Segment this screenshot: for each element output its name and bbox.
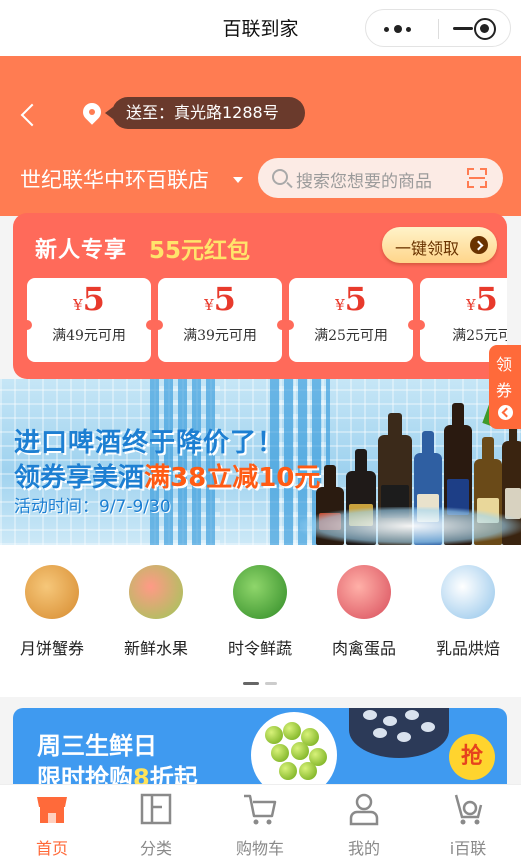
title-bar: 百联到家	[0, 0, 521, 56]
tab-label: 分类	[139, 839, 172, 856]
coupon-ticket[interactable]: ¥5 满39元可用	[153, 278, 287, 362]
mooncake-icon	[25, 565, 79, 619]
promo-subtitle-suffix: 折起	[149, 764, 198, 784]
category-item[interactable]: 肉禽蛋品	[312, 565, 416, 659]
bottom-tab-bar: 首页 分类 购物车 我的 i百联	[0, 784, 521, 856]
promo-title: 周三生鲜日	[37, 732, 157, 760]
category-item[interactable]: 时令鲜蔬	[208, 565, 312, 659]
coupon-total-amount: 55元红包	[149, 238, 251, 264]
coupon-value: 5	[82, 280, 105, 318]
grab-deal-button[interactable]: 抢	[449, 734, 495, 780]
category-label: 乳品烘焙	[435, 639, 500, 658]
pager-dot	[265, 682, 277, 685]
search-placeholder: 搜索您想要的商品	[296, 172, 432, 192]
coupon-value: 5	[475, 280, 498, 318]
app-page: 百联到家 送至：真光路1288号 世纪联华中环百联店 搜索您想要的商品 新人专享…	[0, 0, 521, 856]
ibailian-icon	[450, 791, 486, 827]
coupon-currency: ¥	[335, 296, 345, 314]
side-tab-text: 券	[496, 381, 513, 400]
close-miniprogram-icon[interactable]	[474, 18, 496, 40]
water-splash	[300, 507, 521, 545]
dairy-icon	[441, 565, 495, 619]
meat-icon	[337, 565, 391, 619]
home-store-icon	[34, 791, 70, 827]
promo-subtitle: 限时抢购8折起	[37, 758, 198, 784]
more-options-icon[interactable]	[384, 25, 420, 33]
coupon-condition: 满25元可	[452, 328, 507, 344]
tab-label: i百联	[449, 839, 487, 856]
menu-capsule	[365, 9, 511, 47]
banner-offer: 领券享美酒满38立减10元	[14, 457, 320, 494]
banner-offer-highlight: 满38立减10元	[144, 463, 321, 493]
promo-discount: 8	[133, 764, 150, 784]
coupon-currency: ¥	[204, 296, 214, 314]
coupon-value: 5	[344, 280, 367, 318]
banner-offer-prefix: 领券享美酒	[14, 463, 145, 493]
back-arrow-icon[interactable]	[18, 102, 38, 130]
coupon-currency: ¥	[73, 296, 83, 314]
profile-icon	[346, 791, 382, 827]
capsule-divider	[438, 19, 439, 39]
search-icon	[272, 169, 288, 185]
category-icon	[138, 791, 174, 827]
coupon-value: 5	[213, 280, 236, 318]
category-label: 时令鲜蔬	[227, 639, 292, 658]
pager-dot-active	[243, 682, 259, 685]
tab-home[interactable]: 首页	[0, 791, 104, 856]
arrow-right-icon	[470, 236, 488, 254]
coupon-ticket[interactable]: ¥5 满25元可用	[284, 278, 418, 362]
coupon-condition: 满39元可用	[183, 328, 257, 344]
get-coupon-side-tab[interactable]: 领 券	[489, 345, 521, 429]
coupon-ticket[interactable]: ¥5 满49元可用	[22, 278, 156, 362]
coupon-condition: 满25元可用	[314, 328, 388, 344]
fresh-day-banner[interactable]: 周三生鲜日 限时抢购8折起 抢	[13, 708, 507, 784]
store-selector[interactable]: 世纪联华中环百联店	[20, 164, 209, 194]
banner-headline: 进口啤酒终于降价了！	[14, 428, 285, 458]
banner-dates: 活动时间：9/7-9/30	[14, 497, 171, 517]
category-item[interactable]: 新鲜水果	[104, 565, 208, 659]
tab-category[interactable]: 分类	[104, 791, 208, 856]
category-row: 月饼蟹券 新鲜水果 时令鲜蔬 肉禽蛋品 乳品烘焙	[0, 545, 521, 697]
coupon-condition: 满49元可用	[52, 328, 126, 344]
tab-label: 首页	[35, 839, 68, 856]
category-label: 新鲜水果	[123, 639, 188, 658]
delivery-address[interactable]: 送至：真光路1288号	[105, 97, 305, 129]
beer-promo-banner[interactable]: 进口啤酒终于降价了！ 领券享美酒满38立减10元 活动时间：9/7-9/30	[0, 379, 521, 545]
tab-label: 我的	[347, 839, 380, 856]
category-item[interactable]: 乳品烘焙	[416, 565, 520, 659]
grapes-image	[251, 712, 337, 784]
tab-label: 购物车	[235, 839, 284, 856]
vegetable-icon	[233, 565, 287, 619]
fruit-icon	[129, 565, 183, 619]
location-pin-icon	[82, 102, 104, 130]
search-bar[interactable]: 搜索您想要的商品	[258, 158, 503, 198]
caret-down-icon[interactable]	[233, 177, 243, 183]
claim-all-label: 一键领取	[395, 239, 460, 258]
scan-icon[interactable]	[467, 168, 487, 188]
tab-ibailian[interactable]: i百联	[416, 791, 520, 856]
tab-profile[interactable]: 我的	[312, 791, 416, 856]
cart-icon	[242, 791, 278, 827]
chevron-left-icon	[498, 405, 513, 420]
side-tab-text: 领	[496, 355, 513, 374]
new-user-coupon-card: 新人专享 55元红包 一键领取 ¥5 满49元可用 ¥5 满39元可用 ¥5 满…	[13, 213, 507, 379]
claim-all-button[interactable]: 一键领取	[382, 227, 497, 263]
coupon-currency: ¥	[466, 296, 476, 314]
category-label: 肉禽蛋品	[331, 639, 396, 658]
coupon-card-title: 新人专享	[35, 238, 128, 263]
store-header: 送至：真光路1288号 世纪联华中环百联店 搜索您想要的商品	[0, 56, 521, 216]
shrimp-image	[349, 708, 449, 758]
promo-subtitle-prefix: 限时抢购	[37, 764, 133, 784]
category-item[interactable]: 月饼蟹券	[0, 565, 104, 659]
tab-cart[interactable]: 购物车	[208, 791, 312, 856]
minimize-icon[interactable]	[453, 27, 473, 30]
category-label: 月饼蟹券	[19, 639, 84, 658]
